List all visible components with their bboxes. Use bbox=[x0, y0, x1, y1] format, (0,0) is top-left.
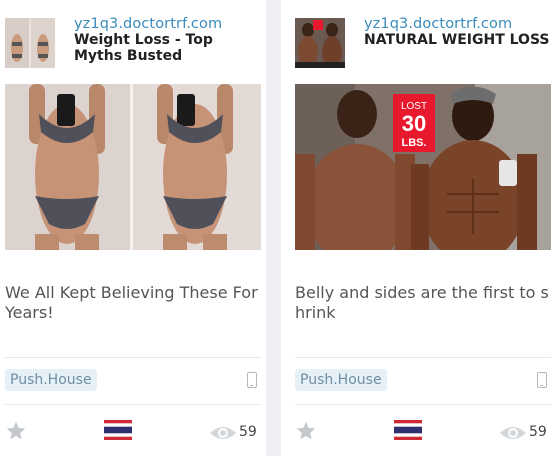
divider bbox=[5, 404, 261, 405]
ad-domain[interactable]: yz1q3.doctortrf.com bbox=[74, 16, 222, 32]
ad-thumbnail[interactable] bbox=[295, 18, 345, 68]
ad-card[interactable]: yz1q3.doctortrf.com NATURAL WEIGHT LOSS bbox=[295, 0, 551, 456]
column-gap bbox=[266, 0, 281, 456]
eye-icon bbox=[210, 427, 236, 439]
ad-description: We All Kept Believing These For Years! bbox=[5, 283, 258, 322]
view-count: 59 bbox=[239, 424, 257, 440]
network-badge[interactable]: Push.House bbox=[5, 369, 97, 391]
ad-image[interactable]: LOST 30 LBS. bbox=[295, 84, 551, 250]
svg-text:LBS.: LBS. bbox=[401, 137, 426, 149]
mobile-phone-icon bbox=[537, 372, 547, 388]
card-header: yz1q3.doctortrf.com NATURAL WEIGHT LOSS bbox=[295, 16, 551, 72]
svg-text:30: 30 bbox=[402, 111, 426, 136]
mobile-phone-icon bbox=[247, 372, 257, 388]
ad-card[interactable]: yz1q3.doctortrf.com Weight Loss - Top My… bbox=[5, 0, 261, 456]
network-badge[interactable]: Push.House bbox=[295, 369, 387, 391]
ad-description: Belly and sides are the first to shrink bbox=[295, 283, 549, 322]
thailand-flag-icon bbox=[394, 420, 422, 440]
divider bbox=[5, 357, 261, 358]
card-header: yz1q3.doctortrf.com Weight Loss - Top My… bbox=[5, 16, 261, 72]
eye-icon bbox=[500, 427, 526, 439]
ad-title[interactable]: NATURAL WEIGHT LOSS bbox=[364, 32, 553, 48]
divider bbox=[295, 404, 551, 405]
ad-thumbnail[interactable] bbox=[5, 18, 55, 68]
ad-image[interactable] bbox=[5, 84, 261, 250]
star-icon[interactable] bbox=[5, 420, 27, 442]
thailand-flag-icon bbox=[104, 420, 132, 440]
ad-domain[interactable]: yz1q3.doctortrf.com bbox=[364, 16, 512, 32]
divider bbox=[295, 357, 551, 358]
lost-30-lbs-sticker: LOST 30 LBS. bbox=[393, 94, 435, 152]
view-count: 59 bbox=[529, 424, 547, 440]
ad-title[interactable]: Weight Loss - Top Myths Busted bbox=[74, 32, 264, 64]
star-icon[interactable] bbox=[295, 420, 317, 442]
